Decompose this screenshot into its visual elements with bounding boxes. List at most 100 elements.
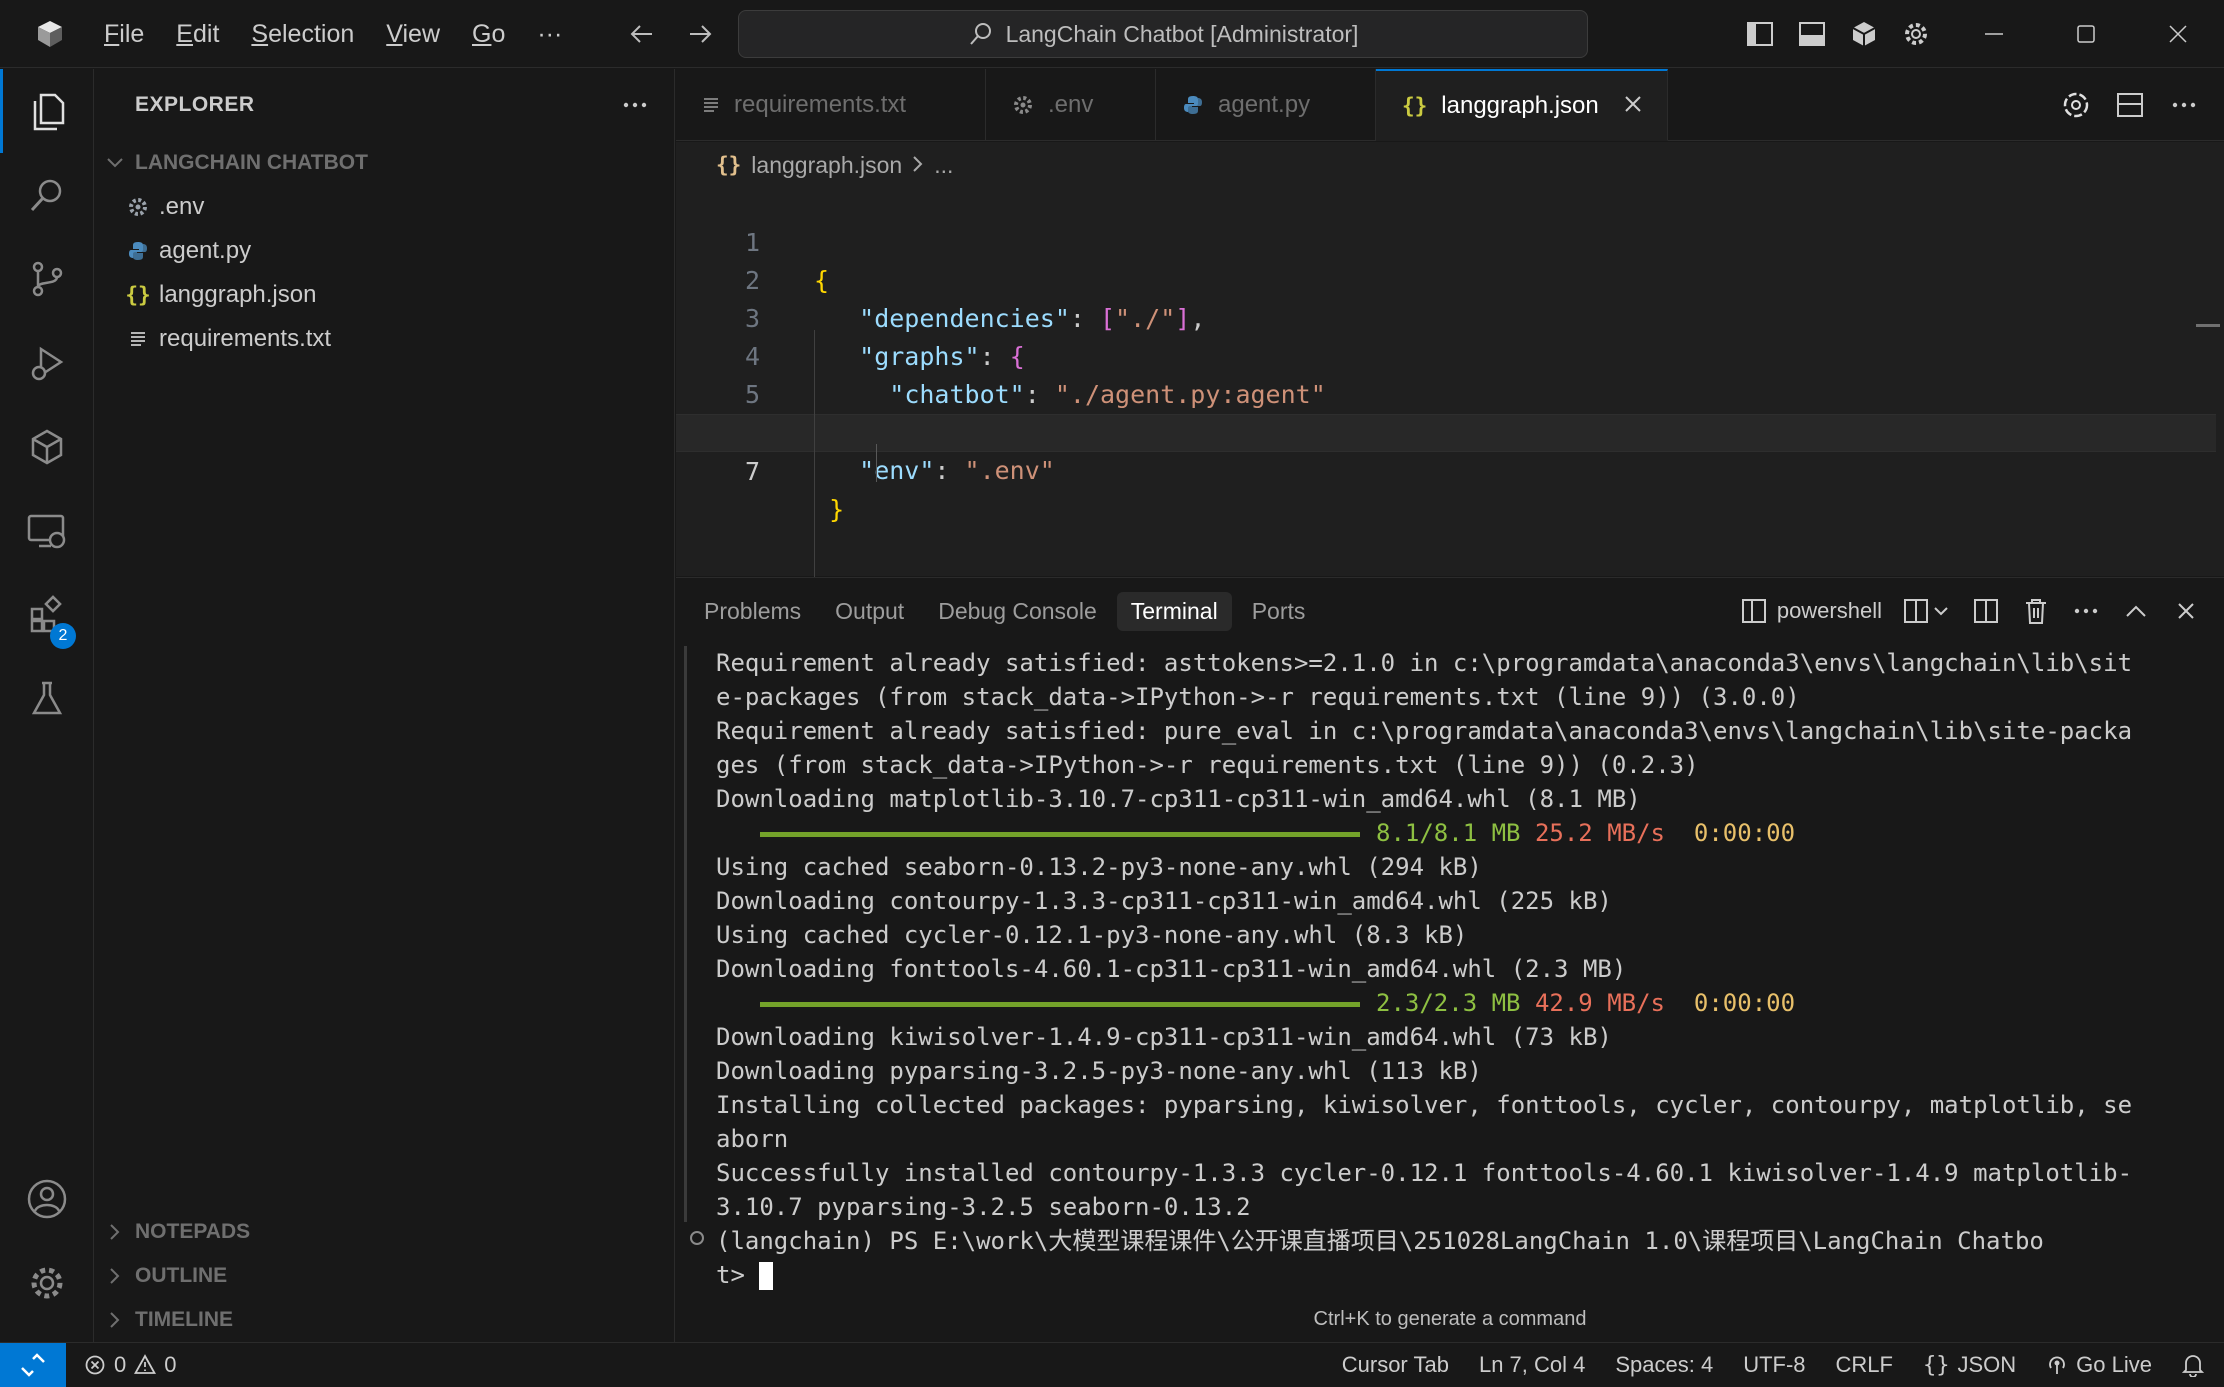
code-line: 5 }, [676, 338, 2216, 447]
more-actions-icon[interactable] [2164, 85, 2204, 125]
editor-actions [2056, 69, 2224, 141]
section-timeline[interactable]: TIMELINE [95, 1300, 675, 1340]
chevron-right-icon [95, 1223, 135, 1241]
explorer-icon[interactable] [0, 69, 94, 153]
code-line: 3 "graphs": { [676, 262, 2216, 371]
tab-output[interactable]: Output [821, 592, 918, 631]
testing-flask-icon[interactable] [0, 657, 94, 741]
tab-problems[interactable]: Problems [690, 592, 815, 631]
chevron-right-icon [95, 1311, 135, 1329]
terminal-line: Downloading fonttools-4.60.1-cp311-cp311… [716, 955, 1627, 983]
section-outline[interactable]: OUTLINE [95, 1256, 675, 1296]
terminal-panel-icon [1741, 599, 1766, 623]
manage-gear-icon[interactable] [0, 1241, 94, 1325]
terminal-line: Downloading contourpy-1.3.3-cp311-cp311-… [716, 887, 1612, 915]
menu-go[interactable]: Go [456, 0, 521, 68]
menu-view[interactable]: View [370, 0, 456, 68]
cursor-position[interactable]: Ln 7, Col 4 [1479, 1352, 1585, 1378]
extensions-badge: 2 [50, 623, 76, 649]
gear-icon [123, 196, 153, 218]
tab-langgraph-json[interactable]: {} langgraph.json [1376, 69, 1668, 141]
language-mode[interactable]: {} JSON [1923, 1352, 2016, 1378]
command-decoration-icon[interactable] [690, 1231, 704, 1245]
tab-debug-console[interactable]: Debug Console [924, 592, 1111, 631]
end-of-line[interactable]: CRLF [1836, 1352, 1893, 1378]
split-terminal-dropdown-icon[interactable] [1900, 591, 1956, 631]
tab-requirements-txt[interactable]: requirements.txt [676, 69, 986, 141]
account-icon[interactable] [0, 1157, 94, 1241]
tab-env[interactable]: .env [986, 69, 1156, 141]
activity-bar: 2 [0, 69, 94, 1342]
folder-header[interactable]: LANGCHAIN CHATBOT [95, 143, 675, 183]
encoding[interactable]: UTF-8 [1743, 1352, 1805, 1378]
toggle-sidebar-icon[interactable] [1740, 14, 1780, 54]
menu-more[interactable]: ··· [521, 0, 578, 68]
json-braces-icon: {} [1402, 93, 1428, 118]
source-control-icon[interactable] [0, 237, 94, 321]
split-editor-icon[interactable] [2110, 85, 2150, 125]
cursor-tab-status[interactable]: Cursor Tab [1342, 1352, 1449, 1378]
indent-guide [876, 444, 877, 482]
tab-agent-py[interactable]: agent.py [1156, 69, 1376, 141]
remote-explorer-icon[interactable] [0, 489, 94, 573]
search-icon[interactable] [0, 153, 94, 237]
window-controls [1948, 0, 2224, 68]
toggle-panel-icon[interactable] [1792, 14, 1832, 54]
error-count: 0 [114, 1351, 127, 1377]
split-terminal-icon[interactable] [1966, 591, 2006, 631]
text-lines-icon [702, 96, 720, 114]
close-panel-icon[interactable] [2166, 591, 2206, 631]
command-center-search[interactable]: LangChain Chatbot [Administrator] [738, 10, 1588, 58]
breadcrumb-file[interactable]: langgraph.json [751, 152, 902, 179]
code-line: 1 { [676, 186, 2216, 295]
menu-file[interactable]: File [88, 0, 160, 68]
explorer-sidebar: EXPLORER LANGCHAIN CHATBOT .env agent.py… [95, 69, 675, 1342]
code-line: 2 "dependencies": ["./"], [676, 224, 2216, 333]
chevron-down-icon [95, 157, 135, 169]
indentation[interactable]: Spaces: 4 [1615, 1352, 1713, 1378]
bottom-panel: Problems Output Debug Console Terminal P… [676, 577, 2224, 1342]
notifications-bell-icon[interactable] [2182, 1353, 2204, 1377]
menu-selection[interactable]: Selection [235, 0, 370, 68]
trash-icon[interactable] [2016, 591, 2056, 631]
run-debug-icon[interactable] [0, 321, 94, 405]
maximize-panel-icon[interactable] [2116, 591, 2156, 631]
forward-arrow-icon[interactable] [682, 16, 718, 52]
menu-edit[interactable]: Edit [160, 0, 235, 68]
file-item-langgraph-json[interactable]: {} langgraph.json [95, 273, 675, 317]
remote-indicator-icon[interactable] [0, 1342, 66, 1387]
more-actions-icon[interactable] [615, 87, 655, 123]
file-item-env[interactable]: .env [95, 185, 675, 229]
more-actions-icon[interactable] [2066, 591, 2106, 631]
json-braces-icon: {} [716, 153, 742, 177]
code-line: 4 "chatbot": "./agent.py:agent" [676, 300, 2216, 409]
go-live-button[interactable]: Go Live [2046, 1352, 2152, 1378]
extensions-icon[interactable]: 2 [0, 573, 94, 657]
back-arrow-icon[interactable] [624, 16, 660, 52]
prompt-text: t> [716, 1261, 760, 1289]
code-line: 6 "env": ".env" [676, 376, 2216, 485]
minimize-button[interactable] [1948, 0, 2040, 68]
terminal-scrollbar[interactable] [684, 646, 687, 1222]
terminal-selector[interactable]: powershell [1741, 598, 1882, 624]
maximize-button[interactable] [2040, 0, 2132, 68]
cube-icon[interactable] [1844, 14, 1884, 54]
file-item-agent-py[interactable]: agent.py [95, 229, 675, 273]
breadcrumb-symbol[interactable]: ... [934, 152, 953, 179]
settings-gear-icon[interactable] [1896, 14, 1936, 54]
overview-ruler-mark [2196, 324, 2220, 327]
section-notepads[interactable]: NOTEPADS [95, 1212, 675, 1252]
close-tab-icon[interactable] [1623, 90, 1643, 121]
terminal-output[interactable]: Requirement already satisfied: asttokens… [716, 646, 2196, 1292]
navigation-arrows [624, 16, 718, 52]
terminal-line: Installing collected packages: pyparsing… [716, 1091, 2133, 1119]
code-editor[interactable]: {} langgraph.json ... 1 { 2 "dependencie… [676, 142, 2224, 592]
tab-ports[interactable]: Ports [1238, 592, 1320, 631]
file-item-requirements-txt[interactable]: requirements.txt [95, 317, 675, 361]
tab-terminal[interactable]: Terminal [1116, 591, 1232, 631]
cube-extension-icon[interactable] [0, 405, 94, 489]
close-window-button[interactable] [2132, 0, 2224, 68]
terminal-line: Using cached seaborn-0.13.2-py3-none-any… [716, 853, 1482, 881]
problems-indicator[interactable]: 0 0 [84, 1352, 177, 1378]
openai-icon[interactable] [2056, 85, 2096, 125]
